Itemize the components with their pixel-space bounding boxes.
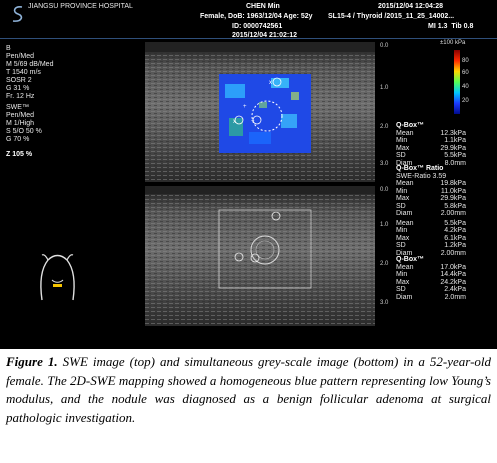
swe-color-map: x x + + [219, 74, 311, 153]
svg-text:+: + [243, 104, 247, 110]
svg-text:x: x [269, 80, 272, 86]
svg-text:x: x [233, 119, 236, 125]
qbox-1-panel: Q-Box™ Mean 12.3kPa Min 1.1kPa Max 29.9kPa … [396, 122, 466, 167]
patient-id: ID: 0000742561 [232, 23, 283, 30]
qbox-2-panel: Q-Box™ Mean 17.0kPa Min 14.4kPa Max 24.2kPa… [396, 256, 466, 301]
colorbar-unit: ±100 kPa [440, 40, 466, 46]
s-logo-icon [12, 6, 23, 22]
probe-info: SL15-4 / Thyroid /2015_11_25_14002... [328, 13, 455, 20]
patient-info: Female, DoB: 1963/12/04 Age: 52y [200, 13, 313, 20]
image-datetime: 2015/12/04 21:02:12 [232, 32, 297, 39]
svg-text:+: + [251, 119, 255, 125]
grey-scale-ultrasound-image [145, 186, 375, 326]
ultrasound-screenshot: JIANGSU PROVINCE HOSPITAL CHEN Min Femal… [0, 0, 497, 349]
figure-caption: Figure 1. SWE image (top) and simultaneo… [6, 353, 491, 427]
figure-caption-text: SWE image (top) and simultaneous grey-sc… [6, 354, 492, 425]
mi-tib: MI 1.3 Tib 0.8 [428, 23, 474, 30]
hospital-name: JIANGSU PROVINCE HOSPITAL [28, 3, 133, 10]
header-datetime: 2015/12/04 12:04:28 [378, 3, 443, 10]
qbox-ratio-panel: Q-Box™ Ratio SWE-Ratio 3.59 Mean 19.8kPa … [396, 165, 466, 257]
zoom-level: Z 105 % [6, 151, 33, 158]
figure-label: Figure 1. [6, 354, 58, 369]
elasticity-colorbar [454, 50, 460, 114]
patient-name: CHEN Min [246, 3, 280, 10]
neck-body-marker-icon [40, 254, 75, 301]
